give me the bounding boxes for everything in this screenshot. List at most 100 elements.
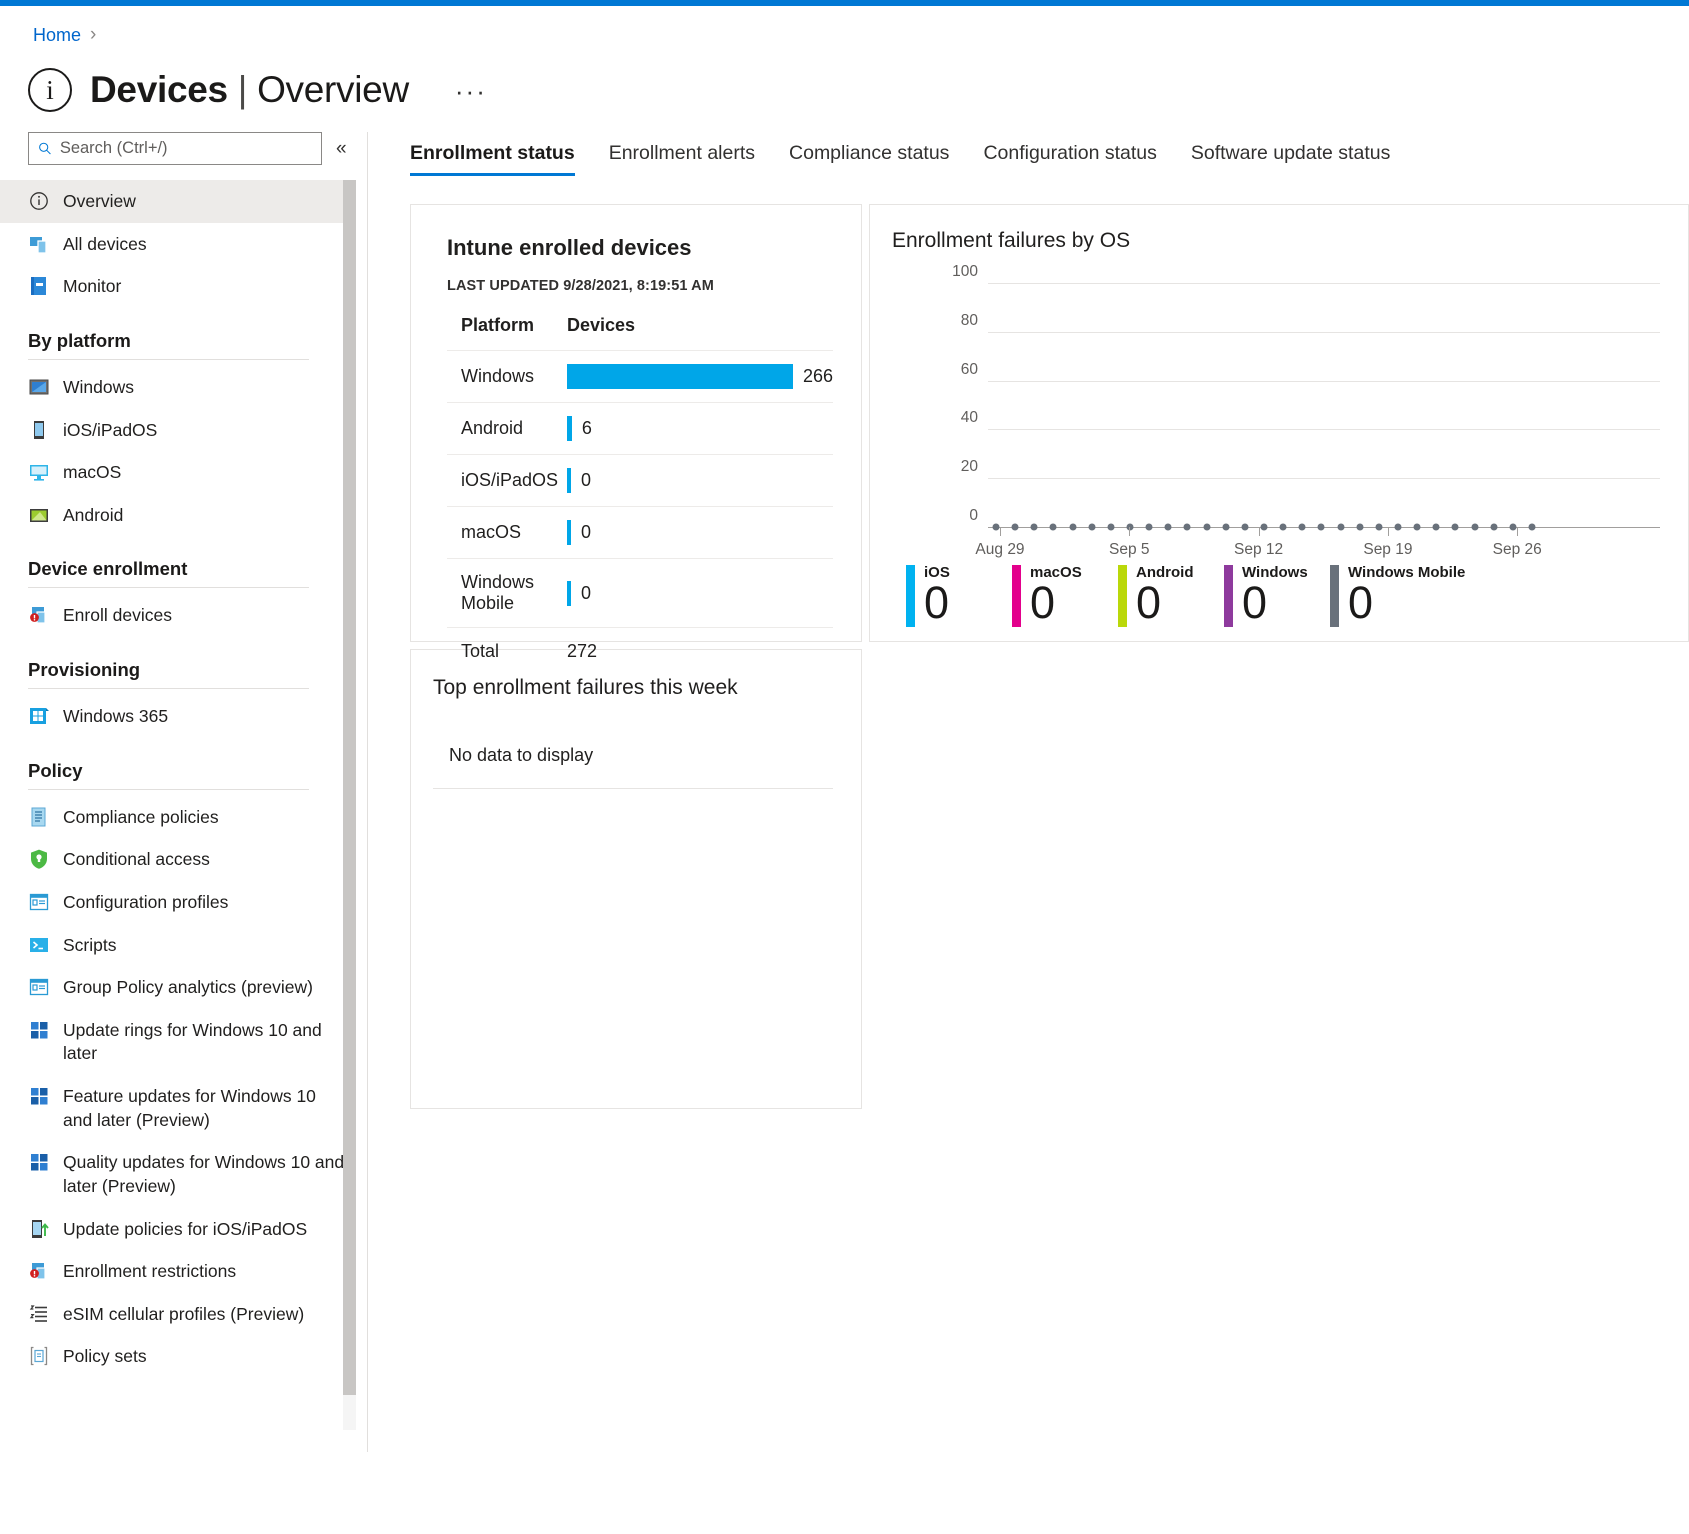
sidebar-section-divider (28, 788, 309, 790)
chart-data-point (1528, 523, 1536, 531)
chart-gridline (988, 331, 1660, 333)
search-input[interactable] (59, 139, 312, 158)
chart-legend: iOS 0 macOS 0 Android 0 Windows 0 Windows Mobile… (892, 564, 1666, 628)
sidebar-item-label: Configuration profiles (63, 891, 229, 912)
sidebar-item-label: All devices (63, 233, 147, 254)
chart-data-point (1069, 523, 1077, 531)
compliance-scroll-icon (31, 807, 46, 827)
top-failures-empty-text: No data to display (433, 722, 833, 789)
chart-gridline (988, 429, 1660, 431)
sidebar-item-label: Windows 365 (63, 706, 169, 726)
sidebar-item-update-rings-for-windows-10-and-later[interactable]: Update rings for Windows 10 and later (0, 1009, 355, 1075)
devices-value: 0 (580, 582, 591, 603)
table-row[interactable]: iOS/iPadOS 0 (447, 454, 833, 507)
tab-compliance-status[interactable]: Compliance status (789, 142, 949, 176)
sidebar-item-macos[interactable]: macOS (0, 451, 355, 494)
chart-x-tick (1387, 527, 1389, 536)
config-profile-icon (28, 976, 50, 998)
sidebar-item-windows-365[interactable]: Windows 365 (0, 695, 355, 738)
sidebar-item-feature-updates-for-windows-10-and-later-preview[interactable]: Feature updates for Windows 10 and later… (0, 1075, 355, 1141)
config-profile-icon (28, 891, 50, 913)
sidebar-item-label: Conditional access (63, 849, 210, 870)
table-row[interactable]: Android 6 (447, 402, 833, 455)
sidebar-item-scripts[interactable]: Scripts (0, 924, 355, 967)
sidebar-item-conditional-access[interactable]: Conditional access (0, 838, 355, 881)
legend-item-ios[interactable]: iOS 0 (906, 564, 1012, 627)
legend-color-swatch (1330, 565, 1339, 627)
legend-item-windows-mobile[interactable]: Windows Mobile 0 (1330, 564, 1480, 628)
chart-gridline (988, 478, 1660, 480)
table-row[interactable]: Windows 266 (447, 350, 833, 403)
chart-data-point (1164, 523, 1172, 531)
sidebar-item-compliance-policies[interactable]: Compliance policies (0, 796, 355, 839)
sidebar-item-enroll-devices[interactable]: Enroll devices (0, 594, 355, 637)
chart-data-point (1241, 523, 1249, 531)
column-header-devices: Devices (566, 315, 636, 335)
chart-gridline (988, 283, 1660, 284)
sidebar-item-all-devices[interactable]: All devices (0, 223, 355, 266)
sidebar-item-policy-sets[interactable]: Policy sets (0, 1335, 355, 1378)
sidebar-item-update-policies-for-ios-ipados[interactable]: Update policies for iOS/iPadOS (0, 1208, 355, 1251)
legend-value: 0 (1030, 576, 1056, 628)
sidebar-item-esim-cellular-profiles-preview[interactable]: eSIM cellular profiles (Preview) (0, 1293, 355, 1336)
android-icon (30, 508, 48, 522)
collapse-sidebar-button[interactable]: « (336, 139, 347, 158)
windows-screen-icon (28, 376, 50, 398)
tab-software-update-status[interactable]: Software update status (1191, 142, 1390, 176)
chart-data-point (1145, 523, 1153, 531)
sidebar-scrollbar-thumb[interactable] (343, 180, 356, 1395)
breadcrumb: Home › (0, 6, 1689, 46)
legend-color-swatch (1224, 565, 1233, 627)
table-header-row: Platform Devices (447, 309, 833, 351)
ios-update-icon (28, 1218, 50, 1240)
column-header-platform: Platform (461, 315, 535, 335)
chart-data-point (1337, 523, 1345, 531)
breadcrumb-home-link[interactable]: Home (33, 25, 81, 46)
sidebar-section-header: Device enrollment (28, 558, 188, 580)
tab-bar: Enrollment status Enrollment alerts Compli… (410, 132, 1689, 176)
devices-value: 0 (580, 470, 591, 490)
sidebar-item-monitor[interactable]: Monitor (0, 265, 355, 308)
tab-configuration-status[interactable]: Configuration status (983, 142, 1156, 176)
sidebar-item-label: macOS (63, 462, 122, 483)
sidebar-item-group-policy-analytics-preview[interactable]: Group Policy analytics (preview) (0, 966, 355, 1009)
sidebar-item-overview[interactable]: Overview (0, 180, 355, 223)
legend-item-android[interactable]: Android 0 (1118, 564, 1224, 627)
legend-color-swatch (1012, 565, 1021, 627)
sidebar-item-label: Compliance policies (63, 806, 219, 827)
chart-y-axis-label: 20 (960, 458, 978, 476)
macos-display-icon (30, 465, 48, 481)
search-box[interactable] (28, 132, 322, 165)
sidebar-item-windows[interactable]: Windows (0, 366, 355, 409)
sidebar-item-ios-ipados[interactable]: iOS/iPadOS (0, 409, 355, 452)
windows-logo-icon (31, 1021, 48, 1039)
sidebar-item-quality-updates-for-windows-10-and-later-preview[interactable]: Quality updates for Windows 10 and later… (0, 1141, 355, 1207)
legend-item-windows[interactable]: Windows 0 (1224, 564, 1330, 627)
tab-enrollment-alerts[interactable]: Enrollment alerts (609, 142, 755, 176)
more-options-button[interactable]: ··· (455, 68, 487, 104)
top-failures-title: Top enrollment failures this week (433, 676, 738, 699)
chart-data-point (1451, 523, 1459, 531)
chart-data-point (1413, 523, 1421, 531)
android-icon (28, 504, 50, 526)
chart-x-tick (1517, 527, 1519, 536)
chart-data-point (1260, 523, 1268, 531)
enrollment-failures-plot: 100 80 60 40 20 0 Aug 29 Sep 5 Sep 12 Sep 19 Sep 2… (892, 263, 1666, 558)
legend-value: 0 (1348, 576, 1374, 628)
table-row[interactable]: Windows Mobile 0 (447, 558, 833, 628)
legend-item-macos[interactable]: macOS 0 (1012, 564, 1118, 628)
legend-color-swatch (906, 565, 915, 627)
sidebar-item-enrollment-restrictions[interactable]: Enrollment restrictions (0, 1250, 355, 1293)
chart-y-axis-label: 0 (969, 507, 978, 524)
chart-x-axis-label: Aug 29 (975, 541, 1025, 558)
enrolled-devices-last-updated: LAST UPDATED 9/28/2021, 8:19:51 AM (447, 278, 714, 294)
shield-icon (28, 848, 50, 870)
sidebar-section-header: By platform (28, 329, 131, 351)
sidebar-item-android[interactable]: Android (0, 494, 355, 537)
sidebar-item-configuration-profiles[interactable]: Configuration profiles (0, 881, 355, 924)
table-row[interactable]: macOS 0 (447, 506, 833, 559)
sidebar-section-header: Policy (28, 759, 83, 781)
tab-enrollment-status[interactable]: Enrollment status (410, 142, 575, 176)
sidebar-item-label: Update policies for iOS/iPadOS (63, 1218, 308, 1239)
cell-devices: 0 (566, 506, 833, 559)
